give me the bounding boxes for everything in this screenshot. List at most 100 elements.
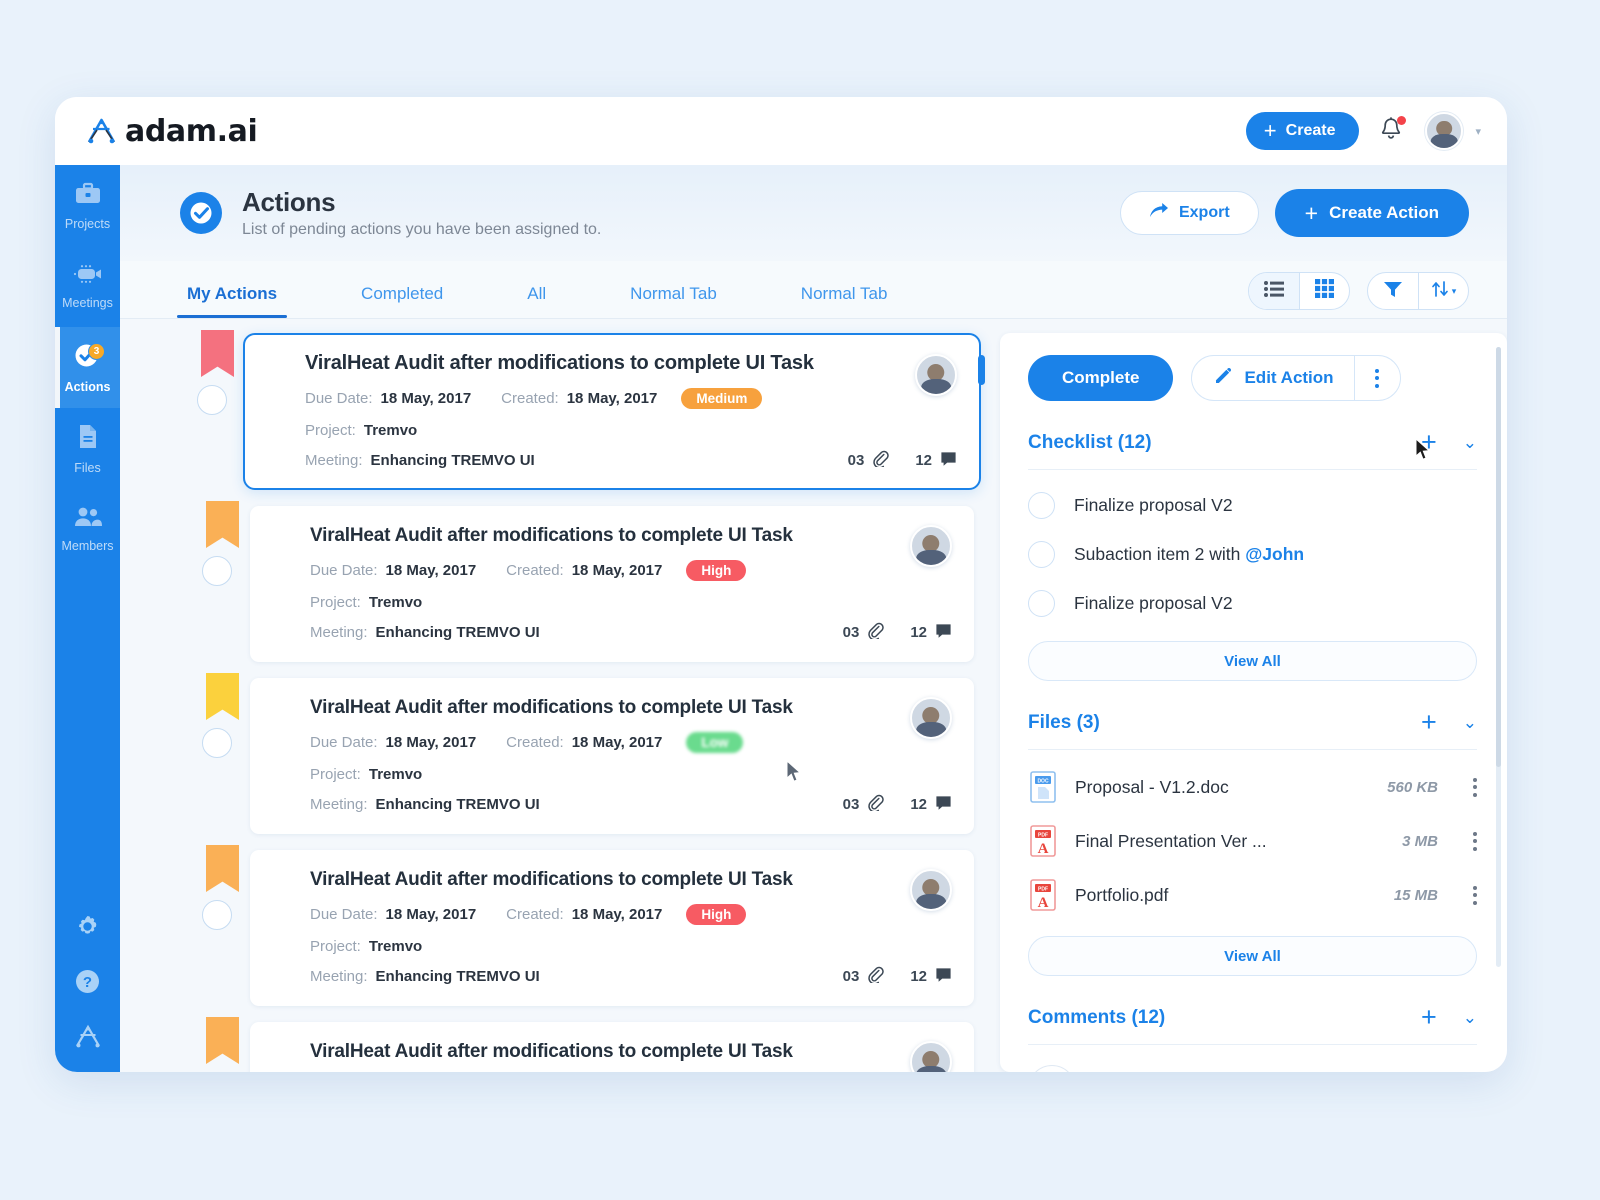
due-date-value: 18 May, 2017	[385, 734, 477, 751]
checklist-view-all-button[interactable]: View All	[1028, 641, 1477, 681]
avatar[interactable]	[910, 525, 952, 567]
action-card[interactable]: ViralHeat Audit after modifications to c…	[202, 845, 974, 1006]
chevron-down-icon[interactable]: ⌄	[1463, 1008, 1477, 1028]
comment-counter[interactable]: 12	[915, 451, 957, 471]
attachment-counter[interactable]: 03	[843, 794, 885, 815]
checklist-checkbox[interactable]	[1028, 590, 1055, 617]
checklist-checkbox[interactable]	[1028, 541, 1055, 568]
avatar[interactable]	[915, 354, 957, 396]
tab-completed[interactable]: Completed	[361, 284, 443, 318]
page-header-actions: Export + Create Action	[1119, 189, 1469, 237]
complete-button[interactable]: Complete	[1028, 355, 1174, 401]
action-complete-checkbox[interactable]	[202, 728, 232, 758]
list-item[interactable]: Finalize proposal V2	[1028, 492, 1477, 519]
due-date-value: 18 May, 2017	[385, 562, 477, 579]
brand-logo[interactable]: adam.ai	[85, 113, 258, 149]
notifications-button[interactable]	[1379, 116, 1407, 146]
status-badge: Low	[686, 732, 744, 753]
filter-button[interactable]	[1368, 273, 1418, 309]
comment-count: 12	[910, 968, 927, 985]
attachment-counter[interactable]: 03	[843, 622, 885, 643]
avatar[interactable]	[910, 697, 952, 739]
action-complete-checkbox[interactable]	[202, 900, 232, 930]
edit-action-button[interactable]: Edit Action	[1192, 356, 1353, 400]
chevron-down-icon[interactable]: ⌄	[1463, 713, 1477, 733]
project-label: Project:	[305, 422, 356, 439]
avatar[interactable]	[910, 869, 952, 911]
chevron-down-icon[interactable]: ⌄	[1463, 433, 1477, 453]
meeting-label: Meeting:	[305, 452, 363, 469]
action-meta-dates: Due Date: 18 May, 2017 Created: 18 May, …	[310, 732, 952, 753]
sidebar-item-members[interactable]: Members	[55, 489, 120, 570]
detail-scrollbar[interactable]	[1496, 347, 1501, 967]
tab-normal-tab-1[interactable]: Normal Tab	[630, 284, 717, 318]
action-counters: 03 12	[843, 966, 952, 987]
list-item[interactable]: Finalize proposal V2	[1028, 590, 1477, 617]
tab-all[interactable]: All	[527, 284, 546, 318]
action-card[interactable]: ViralHeat Audit after modifications to c…	[202, 501, 974, 662]
checklist-item-label: Finalize proposal V2	[1074, 593, 1233, 613]
attachment-count: 03	[842, 624, 860, 641]
export-button[interactable]: Export	[1119, 191, 1259, 235]
action-complete-checkbox[interactable]	[197, 385, 227, 415]
sort-button[interactable]: ▾	[1418, 273, 1468, 309]
chevron-down-icon[interactable]: ▾	[1475, 125, 1481, 138]
paperclip-icon	[872, 450, 890, 471]
attachment-counter[interactable]: 03	[848, 450, 890, 471]
action-complete-checkbox[interactable]	[202, 556, 232, 586]
edit-action-label: Edit Action	[1244, 368, 1334, 387]
action-card[interactable]: ViralHeat Audit after modifications to c…	[202, 673, 974, 834]
create-button[interactable]: + Create	[1245, 112, 1360, 150]
action-meta-meeting: Meeting: Enhancing TREMVO UI 03 12	[305, 450, 957, 471]
list-item[interactable]: Subaction item 2 with @John	[1028, 541, 1477, 568]
actions-list[interactable]: ViralHeat Audit after modifications to c…	[120, 319, 1000, 1072]
list-item[interactable]: DOC Proposal - V1.2.doc 560 KB	[1028, 770, 1477, 804]
add-file-button[interactable]: +	[1421, 709, 1437, 736]
avatar[interactable]	[1425, 112, 1464, 150]
gear-icon	[73, 912, 102, 946]
action-meta-project: Project: Tremvo	[310, 938, 952, 955]
add-comment-button[interactable]: +	[1421, 1004, 1437, 1031]
checklist-checkbox[interactable]	[1028, 492, 1055, 519]
detail-kebab-menu-button[interactable]	[1353, 356, 1400, 400]
mention-link[interactable]: @John	[1245, 544, 1304, 564]
help-button[interactable]: ?	[55, 956, 120, 1011]
file-kebab-menu-button[interactable]	[1473, 882, 1477, 908]
sidebar-item-meetings[interactable]: Meetings	[55, 246, 120, 327]
comment-counter[interactable]: 12	[910, 967, 952, 987]
sidebar-item-files[interactable]: Files	[55, 408, 120, 489]
action-card[interactable]: ViralHeat Audit after modifications to c…	[197, 330, 985, 490]
view-toggle-group	[1248, 272, 1350, 310]
sidebar-item-label: Meetings	[62, 296, 113, 310]
list-item[interactable]: PDF A Portfolio.pdf 15 MB	[1028, 878, 1477, 912]
sidebar-item-projects[interactable]: Projects	[55, 165, 120, 246]
topbar-actions: + Create ▾	[1245, 112, 1507, 150]
file-kebab-menu-button[interactable]	[1473, 828, 1477, 854]
comment-counter[interactable]: 12	[910, 623, 952, 643]
action-detail-panel: Complete Edit Action Checklist (12) + ⌄ …	[1000, 333, 1507, 1072]
sidebar-item-actions[interactable]: 3 Actions	[55, 327, 120, 408]
file-kebab-menu-button[interactable]	[1473, 774, 1477, 800]
action-card[interactable]: ViralHeat Audit after modifications to c…	[206, 1017, 974, 1072]
pdf-file-icon: PDF A	[1028, 824, 1058, 858]
brand-name: adam.ai	[125, 113, 258, 149]
avatar: AG	[1028, 1065, 1076, 1072]
settings-button[interactable]	[55, 901, 120, 956]
action-title: ViralHeat Audit after modifications to c…	[310, 697, 793, 718]
checklist-tools: + ⌄	[1421, 429, 1477, 456]
export-button-label: Export	[1178, 204, 1230, 221]
attachment-counter[interactable]: 03	[843, 966, 885, 987]
files-view-all-button[interactable]: View All	[1028, 936, 1477, 976]
list-item[interactable]: PDF A Final Presentation Ver ... 3 MB	[1028, 824, 1477, 858]
action-meta-dates: Due Date: 18 May, 2017 Created: 18 May, …	[305, 388, 957, 409]
tab-my-actions[interactable]: My Actions	[176, 284, 288, 318]
create-action-button[interactable]: + Create Action	[1274, 189, 1469, 237]
grid-view-button[interactable]	[1299, 273, 1349, 309]
list-view-button[interactable]	[1249, 273, 1299, 309]
tab-normal-tab-2[interactable]: Normal Tab	[801, 284, 888, 318]
adam-logo-button[interactable]	[55, 1011, 120, 1066]
adam-logo-icon	[73, 1023, 103, 1055]
add-checklist-item-button[interactable]: +	[1421, 429, 1437, 456]
doc-file-icon: DOC	[1028, 770, 1058, 804]
comment-counter[interactable]: 12	[910, 795, 952, 815]
